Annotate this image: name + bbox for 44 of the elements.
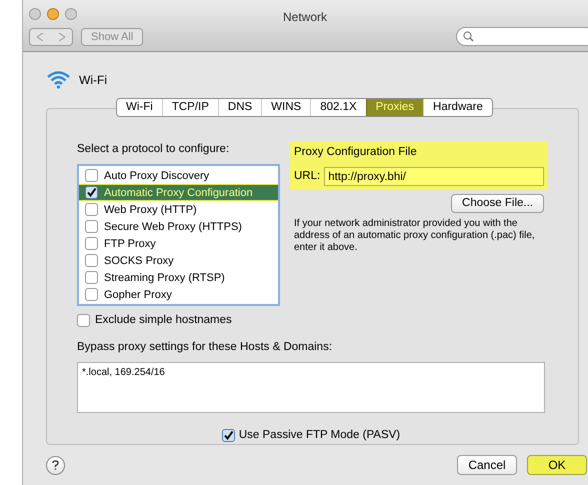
exclude-label: Exclude simple hostnames: [95, 313, 232, 328]
protocol-item[interactable]: Secure Web Proxy (HTTPS): [79, 218, 278, 236]
passive-ftp-label: Use Passive FTP Mode (PASV): [238, 428, 400, 443]
back-icon: [37, 33, 44, 41]
protocol-item[interactable]: Gopher Proxy: [79, 286, 278, 304]
protocol-label: Select a protocol to configure:: [77, 142, 230, 157]
checkbox[interactable]: [77, 314, 90, 328]
checkbox[interactable]: [85, 169, 98, 182]
forward-icon: [58, 33, 65, 41]
url-field[interactable]: http://proxy.bhi/: [324, 167, 544, 186]
question-mark-icon: [52, 460, 59, 470]
ok-button[interactable]: OK: [527, 455, 587, 475]
protocol-item[interactable]: Web Proxy (HTTP): [79, 201, 278, 218]
checkbox[interactable]: [85, 220, 98, 234]
wifi-icon: [46, 70, 71, 90]
search-field[interactable]: [456, 27, 588, 46]
choose-file-button[interactable]: Choose File...: [451, 194, 544, 214]
url-label: URL:: [294, 169, 320, 184]
protocol-item[interactable]: Streaming Proxy (RTSP): [79, 269, 278, 286]
back-forward-buttons[interactable]: [29, 28, 73, 46]
minimize-button[interactable]: [47, 8, 59, 20]
search-icon: [463, 31, 474, 42]
description-text: If your network administrator provided you with the address of an automatic proxy configuration (.pac) file, enter it above.: [293, 218, 536, 254]
protocol-item[interactable]: FTP Proxy: [79, 235, 278, 252]
help-button[interactable]: [46, 456, 65, 474]
checkbox[interactable]: [85, 186, 98, 200]
interface-name: Wi-Fi: [79, 72, 107, 89]
protocol-item[interactable]: Auto Proxy Discovery: [79, 167, 278, 184]
protocol-item[interactable]: SOCKS Proxy: [79, 252, 278, 270]
close-button[interactable]: [29, 8, 41, 20]
checkbox[interactable]: [222, 428, 235, 442]
checkbox[interactable]: [85, 237, 98, 250]
window-title: Network: [283, 9, 328, 26]
checkbox[interactable]: [85, 203, 98, 216]
bypass-field[interactable]: *.local, 169.254/16: [77, 362, 545, 413]
tab[interactable]: Hardware: [423, 99, 492, 116]
checkbox[interactable]: [85, 288, 98, 302]
zoom-button[interactable]: [65, 8, 77, 20]
cancel-button[interactable]: Cancel: [457, 455, 517, 475]
bypass-label: Bypass proxy settings for these Hosts & Domains:: [76, 340, 334, 354]
checkbox[interactable]: [85, 271, 98, 284]
protocol-item[interactable]: Automatic Proxy Configuration: [79, 184, 278, 202]
config-title: Proxy Configuration File: [294, 145, 418, 160]
checkbox[interactable]: [85, 254, 98, 268]
